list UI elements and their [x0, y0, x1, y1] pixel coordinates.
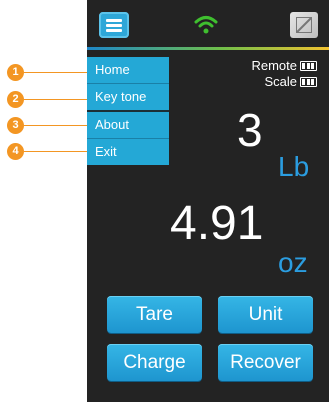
annotation-marker-1: 1	[7, 64, 24, 81]
ounces-value: 4.91	[170, 197, 264, 250]
remote-label: Remote	[251, 58, 297, 73]
charge-button[interactable]: Charge	[107, 344, 202, 381]
pounds-value: 3	[237, 104, 263, 156]
screen-toggle-icon[interactable]	[290, 12, 318, 38]
remote-battery-icon	[300, 60, 317, 71]
annotation-line-4	[24, 151, 87, 152]
scale-status: Scale	[264, 74, 317, 89]
pounds-unit: Lb	[278, 151, 310, 182]
menu-item-exit[interactable]: Exit	[87, 139, 169, 165]
scale-label: Scale	[264, 74, 297, 89]
menu-item-home[interactable]: Home	[87, 57, 169, 84]
remote-status: Remote	[251, 58, 317, 73]
ounces-unit: oz	[278, 247, 308, 278]
annotation-line-2	[24, 99, 87, 100]
unit-button[interactable]: Unit	[218, 296, 313, 333]
annotation-marker-3: 3	[7, 117, 24, 134]
annotation-line-1	[24, 72, 87, 73]
annotation-line-3	[24, 125, 87, 126]
menu-item-about[interactable]: About	[87, 112, 169, 139]
wifi-icon	[194, 16, 218, 34]
tare-button[interactable]: Tare	[107, 296, 202, 333]
hamburger-menu-icon[interactable]	[99, 12, 129, 38]
scale-battery-icon	[300, 76, 317, 87]
recover-button[interactable]: Recover	[218, 344, 313, 381]
top-bar	[87, 0, 329, 47]
annotation-marker-4: 4	[7, 143, 24, 160]
menu-item-key-tone[interactable]: Key tone	[87, 84, 169, 112]
app-screen: Remote Scale Home Key tone About Exit 3 …	[87, 0, 329, 402]
dropdown-menu: Home Key tone About Exit	[87, 57, 169, 165]
annotation-marker-2: 2	[7, 91, 24, 108]
header-divider	[87, 47, 329, 50]
